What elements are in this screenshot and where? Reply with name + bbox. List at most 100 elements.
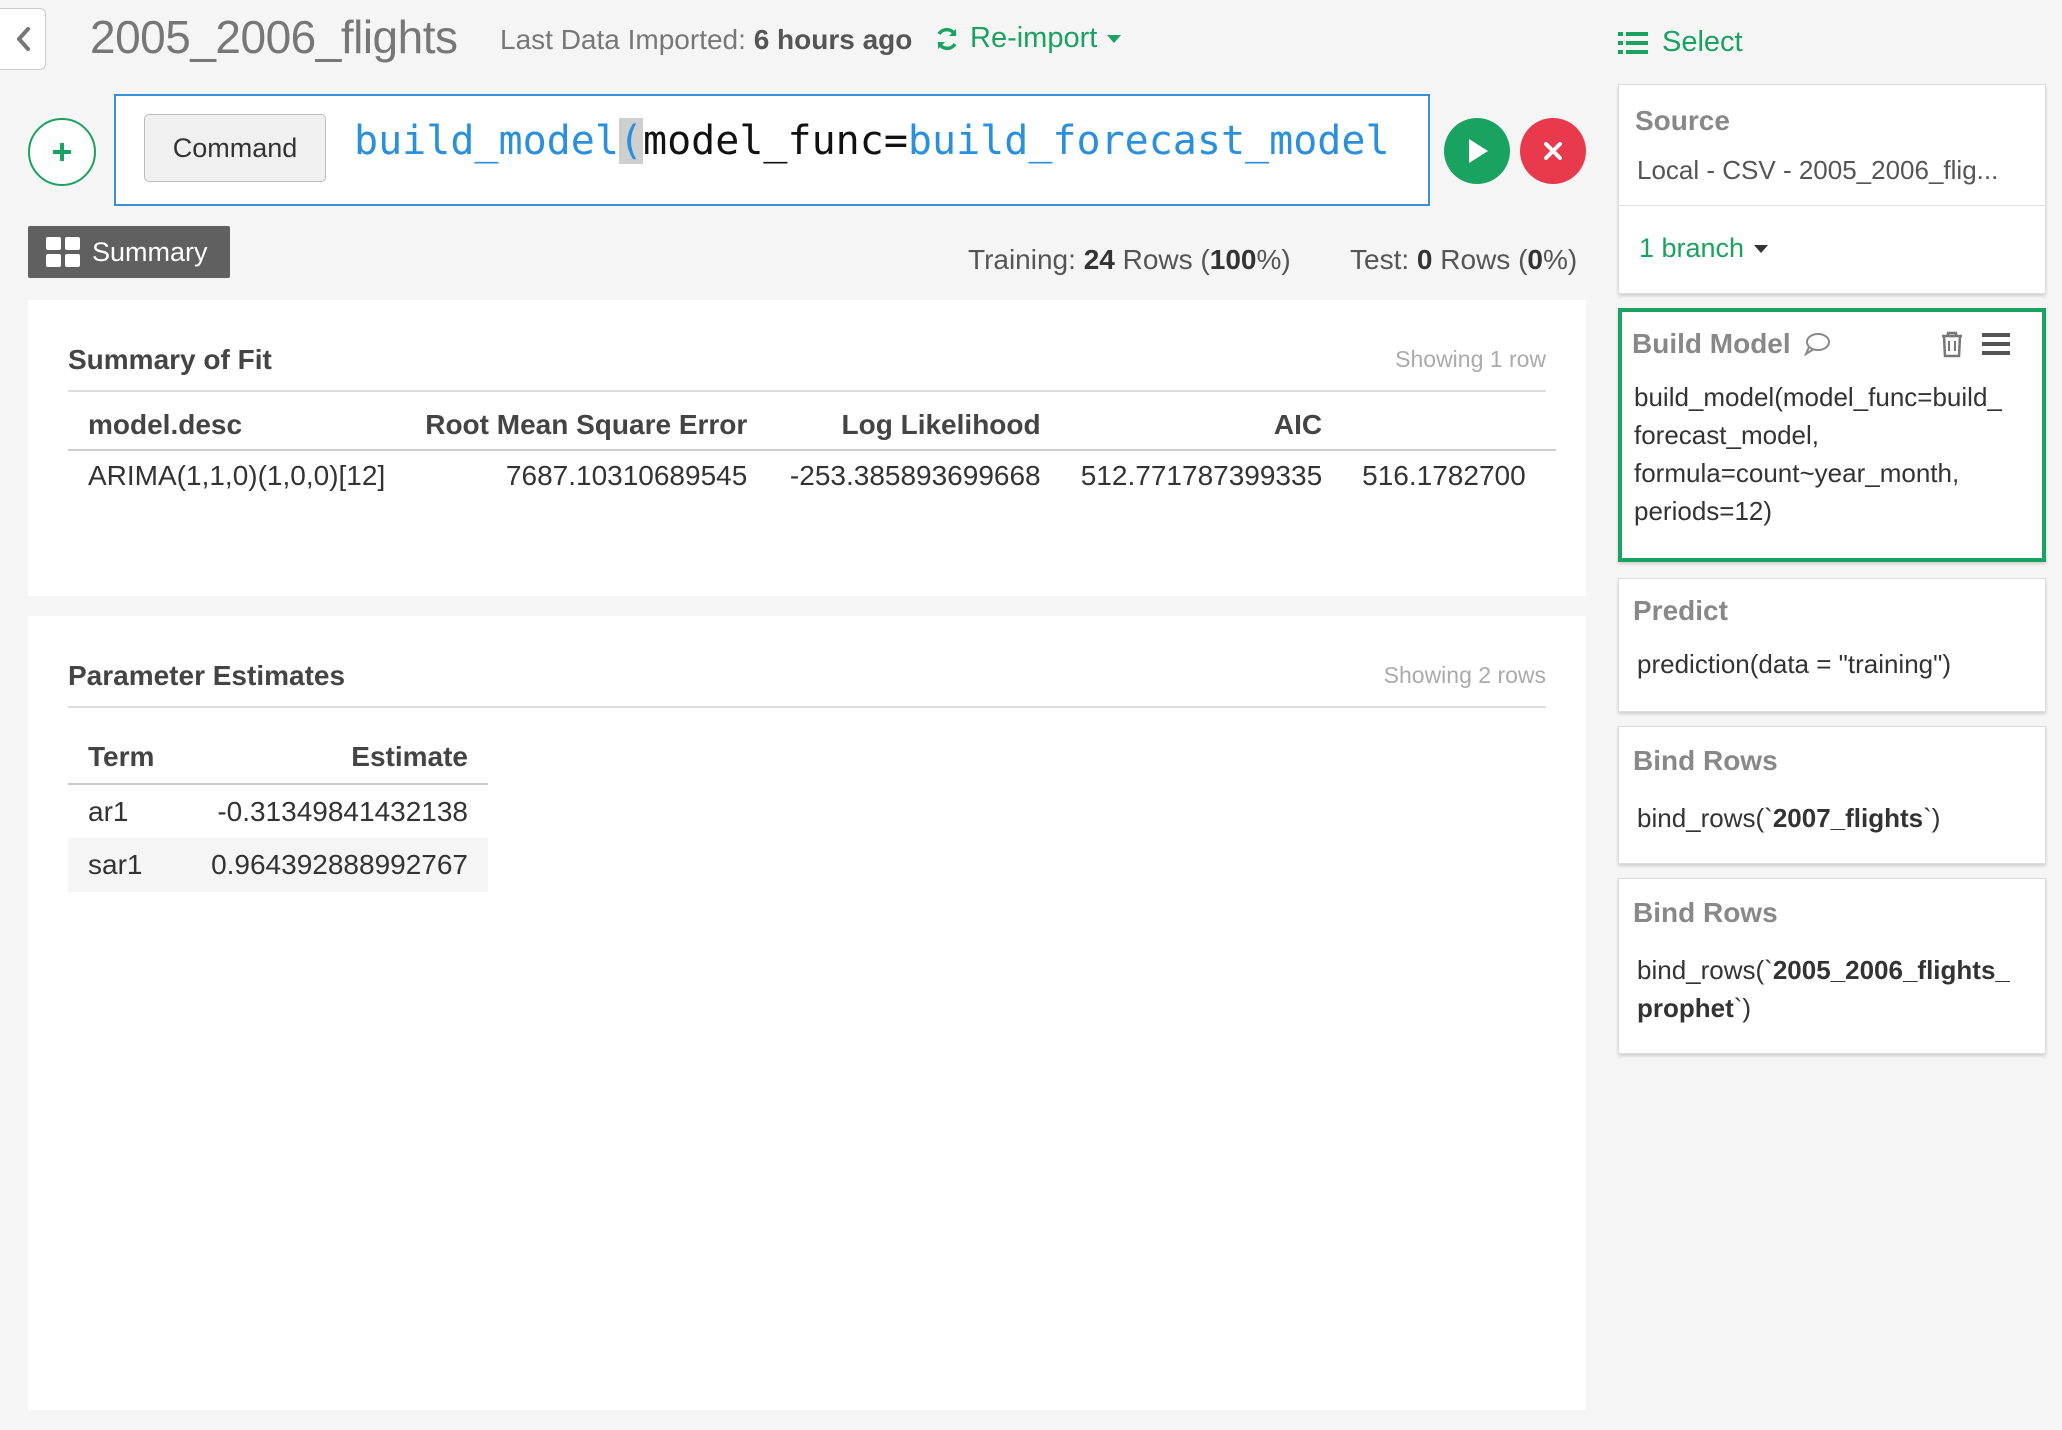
step-body-line: formula=count~year_month, (1634, 458, 1960, 488)
command-fn: build_model (354, 118, 619, 164)
step-title: Bind Rows (1633, 897, 1778, 928)
import-info: Last Data Imported: 6 hours ago (500, 24, 912, 56)
step-card-build-model[interactable]: Build Model build_model(model_func=build… (1618, 308, 2046, 562)
test-stats: Test: 0 Rows (0%) (1350, 244, 1577, 276)
trash-icon[interactable] (1940, 330, 1964, 358)
back-button[interactable] (0, 8, 46, 70)
summary-tab[interactable]: Summary (28, 226, 230, 278)
step-body-line: periods=12) (1634, 496, 1773, 526)
command-text[interactable]: build_model(model_func=build_forecast_mo… (354, 118, 1394, 164)
fit-col-rmse: Root Mean Square Error (425, 408, 748, 440)
import-value: 6 hours ago (753, 24, 913, 55)
summary-tab-label: Summary (92, 236, 208, 267)
params-header-row: Term Estimate (68, 730, 488, 784)
command-paren: ( (618, 118, 643, 164)
command-arg-value: build_forecast_model (907, 118, 1390, 164)
source-title: Source (1635, 105, 1730, 136)
test-label: Test: (1350, 244, 1410, 275)
fit-col-loglik: Log Likelihood (841, 408, 1041, 440)
fit-cell-extra: 516.1782700 (1362, 459, 1526, 491)
params-cell-estimate: 0.964392888992767 (211, 849, 468, 880)
refresh-icon (937, 27, 957, 50)
grid-icon (46, 237, 80, 267)
params-divider (68, 706, 1546, 708)
fit-col-model-desc: model.desc (88, 408, 243, 440)
training-rows: 24 (1083, 244, 1115, 275)
fit-header-row: model.desc Root Mean Square Error Log Li… (68, 400, 1556, 450)
comment-icon[interactable] (1803, 331, 1831, 357)
fit-cell-loglik: -253.385893699668 (789, 459, 1041, 491)
step-body-bold: prophet (1637, 993, 1734, 1023)
params-col-term: Term (88, 740, 155, 772)
params-cell-estimate: -0.31349841432138 (217, 795, 468, 827)
caret-down-icon (1107, 34, 1122, 43)
fit-divider (68, 390, 1546, 392)
params-table: Term Estimate ar1 -0.31349841432138 sar1… (68, 730, 488, 892)
reimport-label: Re-import (970, 22, 1098, 54)
add-step-button[interactable] (28, 118, 96, 186)
step-body-line: build_model(model_func=build_ (1634, 382, 2002, 412)
fit-cell-aic: 512.771787399335 (1080, 459, 1323, 491)
step-body: prediction(data = "training") (1637, 649, 1952, 679)
test-rows-word: Rows ( (1440, 244, 1528, 275)
params-title: Parameter Estimates (68, 660, 346, 691)
import-label: Last Data Imported: (500, 24, 746, 55)
cancel-button[interactable] (1520, 118, 1586, 184)
reimport-button[interactable]: Re-import (934, 22, 1122, 55)
test-rows: 0 (1416, 244, 1433, 275)
params-cell-term: sar1 (88, 849, 143, 880)
training-pct: 100 (1209, 244, 1257, 275)
step-title: Predict (1633, 595, 1728, 626)
play-icon (1469, 139, 1488, 163)
table-row: ARIMA(1,1,0)(1,0,0)[12] 7687.10310689545… (68, 450, 1556, 500)
fit-col-extra (1342, 400, 1556, 450)
menu-icon[interactable] (1982, 332, 2010, 356)
training-stats: Training: 24 Rows (100%) (968, 244, 1291, 276)
step-body-prefix: bind_rows(` (1637, 803, 1773, 833)
params-count: Showing 2 rows (1383, 662, 1546, 688)
step-body: build_model(model_func=build_ forecast_m… (1634, 378, 2028, 530)
project-title: 2005_2006_flights (90, 11, 458, 63)
step-body-line: forecast_model, (1634, 420, 1819, 450)
command-editor[interactable]: Command build_model(model_func=build_for… (114, 94, 1430, 206)
test-pct-suffix: %) (1542, 244, 1578, 275)
fit-cell-model-desc: ARIMA(1,1,0)(1,0,0)[12] (88, 459, 386, 491)
step-card-bind-rows[interactable]: Bind Rows bind_rows(`2007_flights`) (1618, 726, 2046, 864)
fit-table-viewport[interactable]: model.desc Root Mean Square Error Log Li… (68, 400, 1556, 520)
step-body-bold: 2005_2006_flights_ (1772, 955, 2010, 985)
parameter-estimates-panel: Parameter Estimates Showing 2 rows Term … (28, 616, 1586, 1410)
step-card-predict[interactable]: Predict prediction(data = "training") (1618, 578, 2046, 712)
branch-dropdown[interactable]: 1 branch (1639, 233, 1769, 264)
fit-col-aic: AIC (1273, 408, 1323, 440)
training-label: Training: (968, 244, 1076, 275)
step-body-bold: 2007_flights (1772, 803, 1924, 833)
chevron-left-icon (16, 27, 30, 51)
close-icon (1544, 142, 1562, 160)
list-icon (1618, 31, 1648, 54)
source-divider (1619, 205, 2045, 206)
fit-count: Showing 1 row (1395, 346, 1546, 372)
command-arg-name: model_func= (643, 118, 908, 164)
step-body: bind_rows(`2007_flights`) (1637, 799, 2031, 837)
source-card[interactable]: Source Local - CSV - 2005_2006_flig... 1… (1618, 84, 2046, 294)
step-body-prefix: bind_rows(` (1637, 955, 1773, 985)
fit-cell-rmse: 7687.10310689545 (505, 459, 748, 491)
test-pct: 0 (1527, 244, 1543, 275)
select-button[interactable]: Select (1618, 26, 1743, 59)
step-card-bind-rows[interactable]: Bind Rows bind_rows(`2005_2006_flights_ … (1618, 878, 2046, 1054)
run-button[interactable] (1444, 118, 1510, 184)
branch-label: 1 branch (1639, 233, 1745, 263)
training-rows-word: Rows ( (1122, 244, 1210, 275)
step-header: Build Model (1632, 328, 1831, 360)
summary-of-fit-panel: Summary of Fit Showing 1 row model.desc … (28, 300, 1586, 596)
step-title: Bind Rows (1633, 745, 1778, 776)
fit-title: Summary of Fit (68, 344, 272, 375)
command-mode-button[interactable]: Command (144, 114, 326, 182)
step-title: Build Model (1632, 328, 1791, 359)
training-pct-suffix: %) (1256, 244, 1291, 275)
step-body: bind_rows(`2005_2006_flights_ prophet`) (1637, 951, 2031, 1027)
source-value: Local - CSV - 2005_2006_flig... (1637, 155, 1999, 185)
step-body-suffix: `) (1733, 993, 1752, 1023)
caret-down-icon (1754, 244, 1769, 253)
params-cell-term: ar1 (88, 795, 129, 827)
